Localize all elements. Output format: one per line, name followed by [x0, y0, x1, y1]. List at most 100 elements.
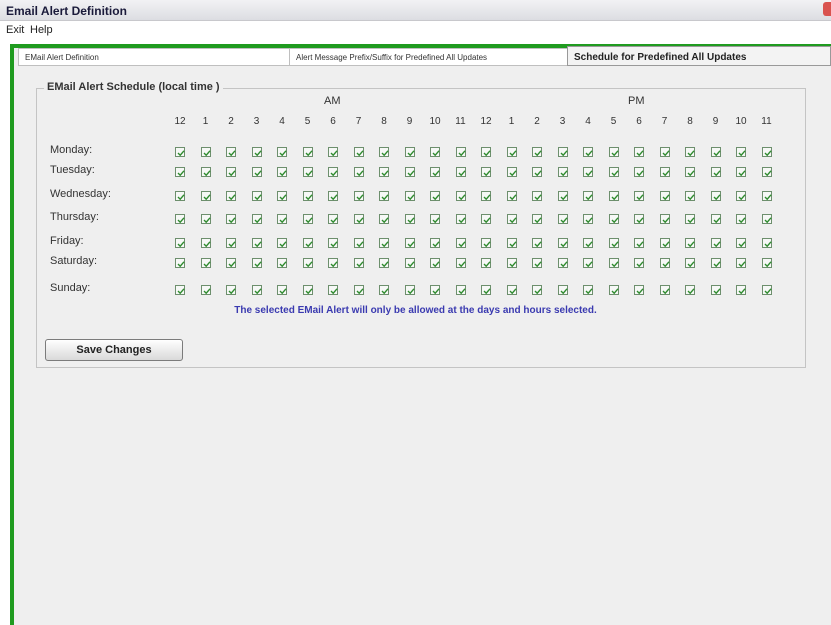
hour-checkbox[interactable]: [353, 167, 364, 177]
hour-checkbox[interactable]: [481, 191, 491, 201]
hour-checkbox[interactable]: [200, 191, 211, 201]
hour-checkbox[interactable]: [277, 214, 287, 224]
hour-checkbox[interactable]: [557, 285, 568, 295]
hour-checkbox[interactable]: [175, 167, 185, 177]
hour-checkbox[interactable]: [685, 238, 695, 248]
hour-checkbox[interactable]: [710, 147, 721, 157]
close-icon[interactable]: [823, 2, 831, 16]
hour-checkbox[interactable]: [455, 214, 466, 224]
hour-checkbox[interactable]: [506, 258, 517, 268]
hour-checkbox[interactable]: [277, 191, 287, 201]
hour-checkbox[interactable]: [685, 258, 695, 268]
hour-checkbox[interactable]: [557, 214, 568, 224]
hour-checkbox[interactable]: [226, 191, 236, 201]
hour-checkbox[interactable]: [430, 191, 440, 201]
hour-checkbox[interactable]: [430, 214, 440, 224]
hour-checkbox[interactable]: [608, 285, 619, 295]
hour-checkbox[interactable]: [353, 147, 364, 157]
hour-checkbox[interactable]: [532, 167, 542, 177]
hour-checkbox[interactable]: [404, 285, 415, 295]
hour-checkbox[interactable]: [608, 167, 619, 177]
hour-checkbox[interactable]: [404, 191, 415, 201]
hour-checkbox[interactable]: [302, 167, 313, 177]
hour-checkbox[interactable]: [175, 147, 185, 157]
hour-checkbox[interactable]: [710, 191, 721, 201]
hour-checkbox[interactable]: [634, 285, 644, 295]
hour-checkbox[interactable]: [430, 285, 440, 295]
hour-checkbox[interactable]: [583, 167, 593, 177]
hour-checkbox[interactable]: [200, 258, 211, 268]
hour-checkbox[interactable]: [736, 167, 746, 177]
hour-checkbox[interactable]: [455, 238, 466, 248]
hour-checkbox[interactable]: [736, 285, 746, 295]
hour-checkbox[interactable]: [481, 285, 491, 295]
hour-checkbox[interactable]: [506, 285, 517, 295]
hour-checkbox[interactable]: [302, 191, 313, 201]
hour-checkbox[interactable]: [506, 238, 517, 248]
hour-checkbox[interactable]: [608, 191, 619, 201]
hour-checkbox[interactable]: [685, 147, 695, 157]
hour-checkbox[interactable]: [761, 258, 772, 268]
hour-checkbox[interactable]: [659, 214, 670, 224]
hour-checkbox[interactable]: [532, 258, 542, 268]
hour-checkbox[interactable]: [328, 238, 338, 248]
hour-checkbox[interactable]: [175, 258, 185, 268]
hour-checkbox[interactable]: [277, 285, 287, 295]
tab-alert-message-prefix-suffix[interactable]: Alert Message Prefix/Suffix for Predefin…: [289, 48, 573, 66]
hour-checkbox[interactable]: [226, 214, 236, 224]
hour-checkbox[interactable]: [404, 238, 415, 248]
hour-checkbox[interactable]: [430, 258, 440, 268]
hour-checkbox[interactable]: [481, 258, 491, 268]
hour-checkbox[interactable]: [404, 258, 415, 268]
hour-checkbox[interactable]: [353, 214, 364, 224]
hour-checkbox[interactable]: [634, 238, 644, 248]
hour-checkbox[interactable]: [353, 191, 364, 201]
hour-checkbox[interactable]: [404, 214, 415, 224]
hour-checkbox[interactable]: [226, 238, 236, 248]
hour-checkbox[interactable]: [379, 238, 389, 248]
hour-checkbox[interactable]: [175, 285, 185, 295]
hour-checkbox[interactable]: [379, 191, 389, 201]
hour-checkbox[interactable]: [710, 258, 721, 268]
hour-checkbox[interactable]: [710, 214, 721, 224]
hour-checkbox[interactable]: [557, 191, 568, 201]
hour-checkbox[interactable]: [557, 167, 568, 177]
tab-schedule[interactable]: Schedule for Predefined All Updates: [567, 46, 831, 66]
hour-checkbox[interactable]: [430, 147, 440, 157]
hour-checkbox[interactable]: [251, 285, 262, 295]
hour-checkbox[interactable]: [175, 238, 185, 248]
hour-checkbox[interactable]: [226, 285, 236, 295]
hour-checkbox[interactable]: [328, 167, 338, 177]
hour-checkbox[interactable]: [761, 191, 772, 201]
hour-checkbox[interactable]: [226, 167, 236, 177]
hour-checkbox[interactable]: [761, 147, 772, 157]
hour-checkbox[interactable]: [251, 147, 262, 157]
hour-checkbox[interactable]: [302, 258, 313, 268]
menu-help[interactable]: Help: [30, 24, 53, 36]
hour-checkbox[interactable]: [736, 214, 746, 224]
hour-checkbox[interactable]: [736, 147, 746, 157]
hour-checkbox[interactable]: [328, 191, 338, 201]
hour-checkbox[interactable]: [251, 167, 262, 177]
hour-checkbox[interactable]: [532, 147, 542, 157]
hour-checkbox[interactable]: [302, 147, 313, 157]
hour-checkbox[interactable]: [379, 285, 389, 295]
hour-checkbox[interactable]: [481, 238, 491, 248]
hour-checkbox[interactable]: [404, 147, 415, 157]
hour-checkbox[interactable]: [634, 214, 644, 224]
hour-checkbox[interactable]: [583, 147, 593, 157]
hour-checkbox[interactable]: [557, 258, 568, 268]
hour-checkbox[interactable]: [761, 167, 772, 177]
hour-checkbox[interactable]: [659, 285, 670, 295]
hour-checkbox[interactable]: [634, 191, 644, 201]
hour-checkbox[interactable]: [532, 214, 542, 224]
hour-checkbox[interactable]: [302, 238, 313, 248]
hour-checkbox[interactable]: [455, 147, 466, 157]
hour-checkbox[interactable]: [200, 238, 211, 248]
hour-checkbox[interactable]: [353, 258, 364, 268]
hour-checkbox[interactable]: [583, 214, 593, 224]
hour-checkbox[interactable]: [532, 238, 542, 248]
hour-checkbox[interactable]: [328, 147, 338, 157]
hour-checkbox[interactable]: [583, 191, 593, 201]
hour-checkbox[interactable]: [634, 167, 644, 177]
